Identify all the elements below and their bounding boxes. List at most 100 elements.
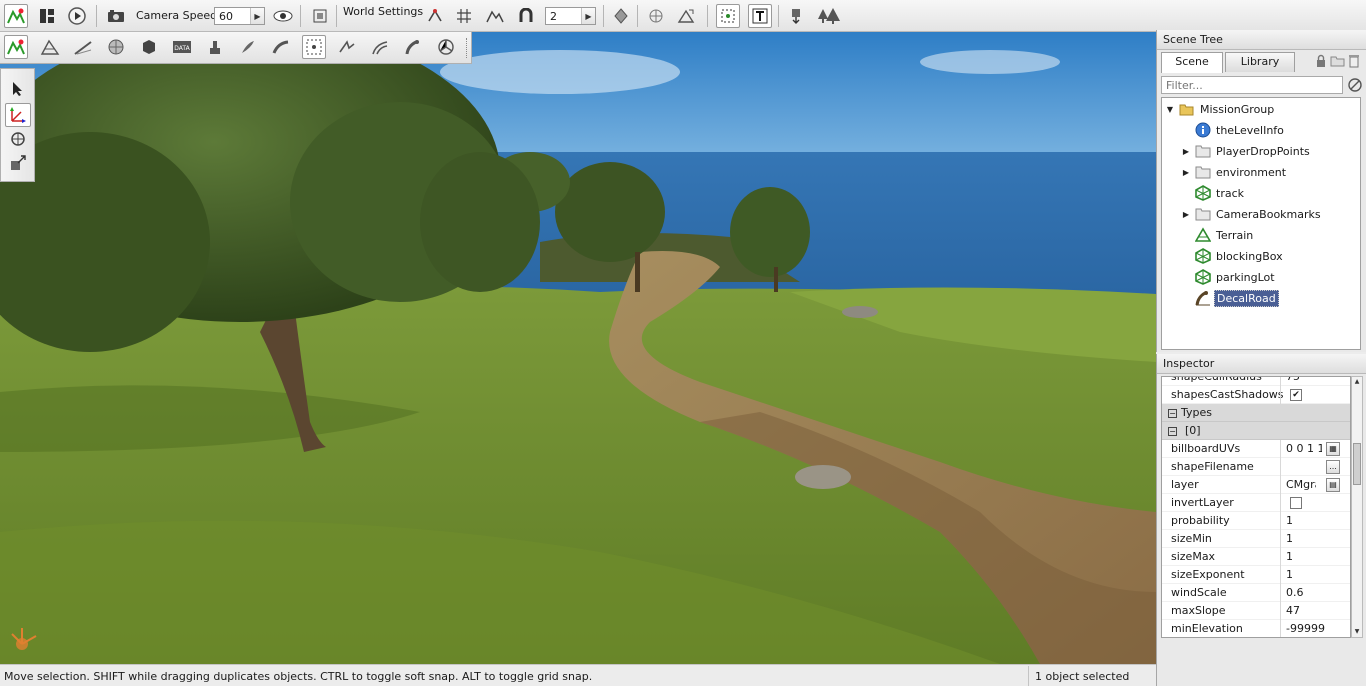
- selection-box-icon[interactable]: [716, 4, 740, 28]
- scale-tool-icon[interactable]: [5, 151, 31, 175]
- snap-amount-value[interactable]: 2: [546, 8, 581, 24]
- group-index-0[interactable]: − [0]: [1162, 422, 1350, 440]
- expand-arrow-icon[interactable]: ▼: [1164, 105, 1176, 114]
- object-editor-icon[interactable]: [4, 35, 28, 59]
- group-types[interactable]: − Types: [1162, 404, 1350, 422]
- property-value[interactable]: 1: [1286, 514, 1322, 527]
- delete-icon[interactable]: [1348, 54, 1360, 68]
- property-key: layer: [1171, 478, 1199, 491]
- forest-brush-icon[interactable]: [236, 35, 260, 59]
- world-transform-icon[interactable]: [644, 4, 668, 28]
- scrollbar-thumb[interactable]: [1353, 443, 1361, 485]
- info-icon: [1195, 122, 1211, 138]
- terrain-editor-icon[interactable]: [38, 35, 62, 59]
- property-value[interactable]: -99999: [1286, 622, 1336, 635]
- transform-tools: [0, 68, 35, 182]
- datablock-editor-icon[interactable]: DATA: [170, 35, 194, 59]
- road-editor-icon[interactable]: [368, 35, 392, 59]
- property-value[interactable]: 1: [1286, 532, 1322, 545]
- play-icon[interactable]: [65, 4, 89, 28]
- property-value[interactable]: 47: [1286, 604, 1322, 617]
- clear-filter-icon[interactable]: [1347, 77, 1363, 93]
- property-value[interactable]: CMgrass: [1286, 478, 1316, 491]
- object-transform-icon[interactable]: [674, 4, 698, 28]
- move-tool-icon[interactable]: [5, 103, 31, 127]
- forest-editor-icon[interactable]: [815, 4, 843, 28]
- gui-editor-icon[interactable]: [35, 4, 59, 28]
- property-row-minelevation: minElevation -99999: [1162, 620, 1350, 637]
- select-arrow-icon[interactable]: [5, 77, 31, 101]
- scene-tree-panel: Scene Tree Scene Library ▼ MissionGroup …: [1156, 30, 1366, 352]
- uv-editor-icon[interactable]: ▦: [1326, 442, 1340, 456]
- tree-item-label: Terrain: [1216, 228, 1254, 242]
- tree-item-track[interactable]: track: [1180, 183, 1246, 203]
- property-key: billboardUVs: [1171, 442, 1241, 455]
- property-value[interactable]: 0 0 1 1: [1286, 442, 1322, 455]
- snap-rotate-icon[interactable]: [423, 4, 447, 28]
- world-editor-icon[interactable]: [4, 4, 28, 28]
- world-settings-label[interactable]: World Settings: [343, 5, 423, 18]
- invert-layer-checkbox[interactable]: [1290, 497, 1302, 509]
- tab-scene[interactable]: Scene: [1161, 52, 1223, 73]
- inspector-property-list: shapeCullRadius 75 shapesCastShadows ✔ −…: [1161, 376, 1351, 638]
- camera-speed-arrow-icon[interactable]: ▶: [250, 8, 264, 24]
- layer-picker-icon[interactable]: ▤: [1326, 478, 1340, 492]
- fit-view-icon[interactable]: [308, 4, 332, 28]
- sketch-tool-icon[interactable]: [137, 35, 161, 59]
- folder-icon: [1195, 206, 1211, 222]
- scroll-down-icon[interactable]: ▼: [1353, 628, 1361, 636]
- property-value[interactable]: 1: [1286, 568, 1322, 581]
- collapse-group-icon[interactable]: −: [1168, 427, 1177, 436]
- grid-snap-icon[interactable]: [452, 4, 476, 28]
- collapse-arrow-icon[interactable]: ▶: [1180, 210, 1192, 219]
- tab-library[interactable]: Library: [1225, 52, 1295, 72]
- 3d-viewport[interactable]: [0, 32, 1156, 664]
- property-value[interactable]: 75: [1286, 377, 1322, 383]
- tree-item-terrain[interactable]: Terrain: [1180, 225, 1255, 245]
- palette-grip[interactable]: [466, 38, 469, 58]
- collapse-arrow-icon[interactable]: ▶: [1180, 147, 1192, 156]
- text-label-icon[interactable]: [748, 4, 772, 28]
- camera-speed-label: Camera Speed: [136, 9, 218, 22]
- tree-item-thelevelinfo[interactable]: theLevelInfo: [1180, 120, 1286, 140]
- particle-editor-icon[interactable]: [302, 35, 326, 59]
- scene-filter-input[interactable]: [1161, 76, 1343, 94]
- camera-speed-value[interactable]: 60: [215, 8, 250, 24]
- rotate-tool-icon[interactable]: [5, 127, 31, 151]
- visibility-eye-icon[interactable]: [271, 4, 295, 28]
- browse-button[interactable]: ...: [1326, 460, 1340, 474]
- magnet-snap-icon[interactable]: [514, 4, 538, 28]
- tree-item-decalroad[interactable]: DecalRoad: [1180, 288, 1279, 308]
- inspector-scrollbar[interactable]: ▲ ▼: [1351, 376, 1363, 638]
- object-center-icon[interactable]: [609, 4, 633, 28]
- tree-item-missiongroup[interactable]: ▼ MissionGroup: [1164, 99, 1276, 119]
- terrain-snap-icon[interactable]: [483, 4, 507, 28]
- new-folder-icon[interactable]: [1330, 54, 1345, 67]
- decal-editor-icon[interactable]: [203, 35, 227, 59]
- group-label: Types: [1181, 406, 1212, 419]
- snap-amount-input[interactable]: 2 ▶: [545, 7, 596, 25]
- camera-speed-input[interactable]: 60 ▶: [214, 7, 265, 25]
- mesh-road-icon[interactable]: [269, 35, 293, 59]
- terrain-painter-icon[interactable]: [71, 35, 95, 59]
- property-value[interactable]: 1: [1286, 550, 1322, 563]
- navmesh-editor-icon[interactable]: [434, 35, 458, 59]
- snap-amount-arrow-icon[interactable]: ▶: [581, 8, 595, 24]
- decal-road-icon[interactable]: [401, 35, 425, 59]
- tree-item-environment[interactable]: ▶ environment: [1180, 162, 1288, 182]
- tree-item-playerdroppoints[interactable]: ▶ PlayerDropPoints: [1180, 141, 1312, 161]
- lock-icon[interactable]: [1315, 54, 1327, 68]
- tree-item-parkinglot[interactable]: parkingLot: [1180, 267, 1277, 287]
- collapse-arrow-icon[interactable]: ▶: [1180, 168, 1192, 177]
- shapes-cast-shadows-checkbox[interactable]: ✔: [1290, 389, 1302, 401]
- collapse-group-icon[interactable]: −: [1168, 409, 1177, 418]
- material-editor-icon[interactable]: [104, 35, 128, 59]
- drop-to-terrain-icon[interactable]: [784, 4, 808, 28]
- river-editor-icon[interactable]: [335, 35, 359, 59]
- camera-icon[interactable]: [104, 4, 128, 28]
- tree-item-camerabookmarks[interactable]: ▶ CameraBookmarks: [1180, 204, 1323, 224]
- terrain-icon: [1195, 227, 1211, 243]
- property-value[interactable]: 0.6: [1286, 586, 1322, 599]
- tree-item-blockingbox[interactable]: blockingBox: [1180, 246, 1285, 266]
- scroll-up-icon[interactable]: ▲: [1353, 378, 1361, 386]
